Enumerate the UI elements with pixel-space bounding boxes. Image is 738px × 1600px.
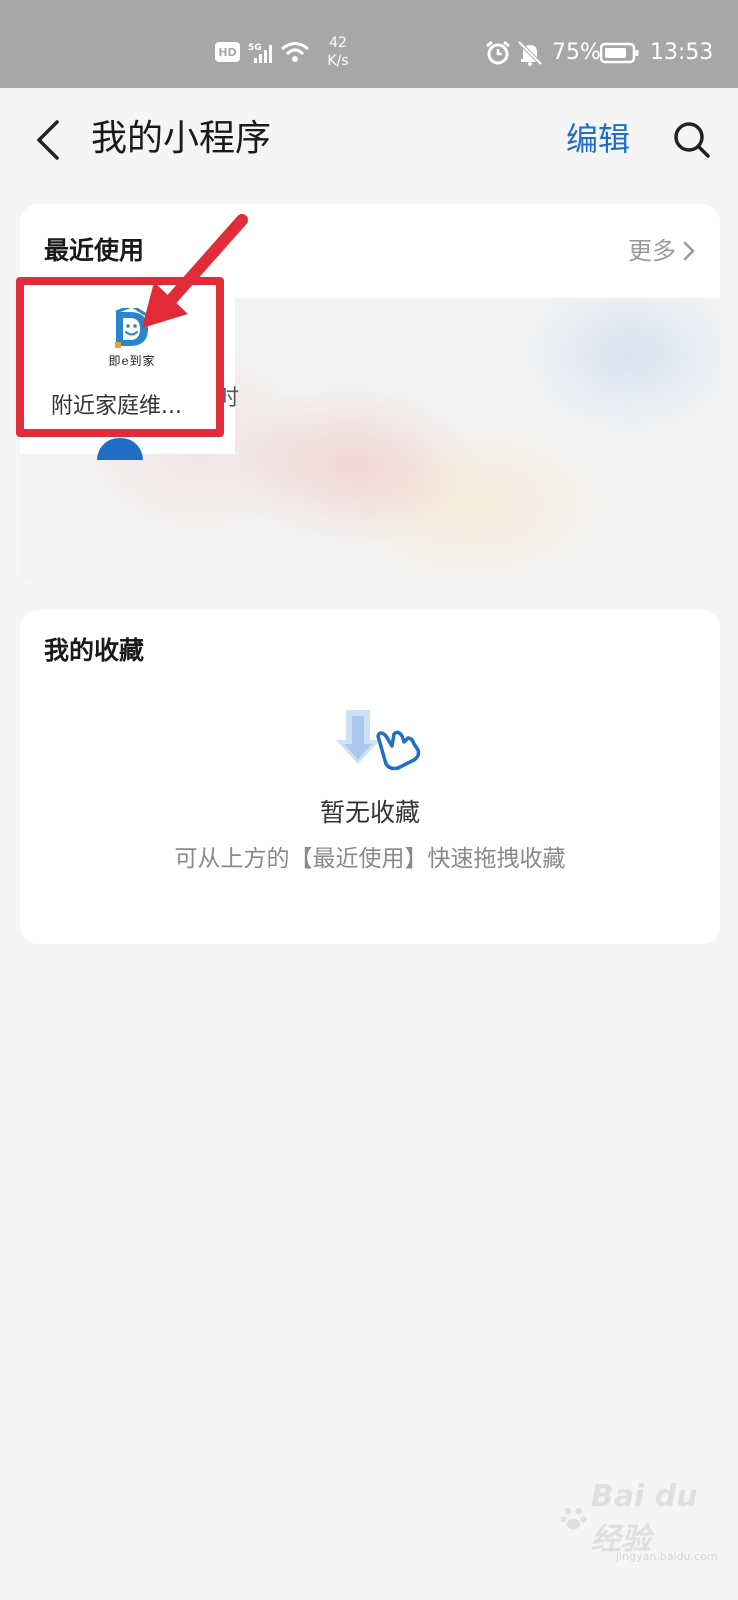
net-speed-unit: K/s: [327, 53, 349, 69]
paw-icon: [560, 1507, 587, 1530]
wifi-icon: [281, 42, 309, 62]
app-logo-icon: [115, 308, 149, 348]
empty-state-title: 暂无收藏: [319, 798, 420, 827]
hd-badge: HD: [215, 42, 240, 62]
page-title: 我的小程序: [91, 118, 272, 159]
search-button[interactable]: [668, 114, 714, 164]
app-header: 我的小程序 编辑: [0, 88, 738, 188]
mute-bell-icon: [517, 40, 543, 66]
favorites-card: 我的收藏 暂无收藏 可从上方的【最近使用】快速拖拽收藏: [20, 610, 720, 944]
recent-section-title: 最近使用: [44, 236, 145, 265]
drag-hand-icon: [336, 710, 421, 771]
app-logo: 即e到家: [97, 308, 167, 374]
recent-card-header: 最近使用 更多: [20, 204, 720, 298]
more-link-label: 更多: [628, 237, 676, 265]
net-speed-value: 42: [329, 35, 347, 51]
net-speed: 42 K/s: [318, 34, 358, 70]
recent-app-tile[interactable]: 即e到家 附近家庭维...: [20, 298, 235, 454]
chevron-left-icon: [37, 120, 59, 160]
battery-icon: [600, 42, 639, 64]
partial-app-name: 时: [217, 386, 240, 411]
baidu-watermark: Bai du 经验: [560, 1479, 710, 1557]
watermark-url: jingyan.baidu.com: [616, 1550, 718, 1563]
search-icon: [674, 122, 710, 158]
status-bar: HD 5G 42 K/s 75% 13:53: [0, 0, 738, 88]
empty-state-description: 可从上方的【最近使用】快速拖拽收藏: [174, 846, 566, 872]
edit-button[interactable]: 编辑: [566, 114, 630, 164]
app-logo-text: 即e到家: [108, 354, 156, 368]
back-button[interactable]: [24, 112, 72, 168]
more-link[interactable]: 更多: [628, 234, 696, 268]
svg-text:5G: 5G: [248, 43, 262, 53]
signal-icon: 5G: [248, 43, 272, 63]
chevron-right-icon: [683, 241, 695, 261]
alarm-icon: [486, 40, 510, 65]
watermark-text: Bai du 经验: [590, 1478, 698, 1557]
clock: 13:53: [650, 40, 714, 65]
app-name: 附近家庭维...: [51, 394, 182, 419]
recent-card: 最近使用 更多 即e到家 附近家庭维... 时: [20, 204, 720, 584]
battery-percent: 75%: [552, 40, 601, 65]
favorites-section-title: 我的收藏: [44, 636, 145, 665]
